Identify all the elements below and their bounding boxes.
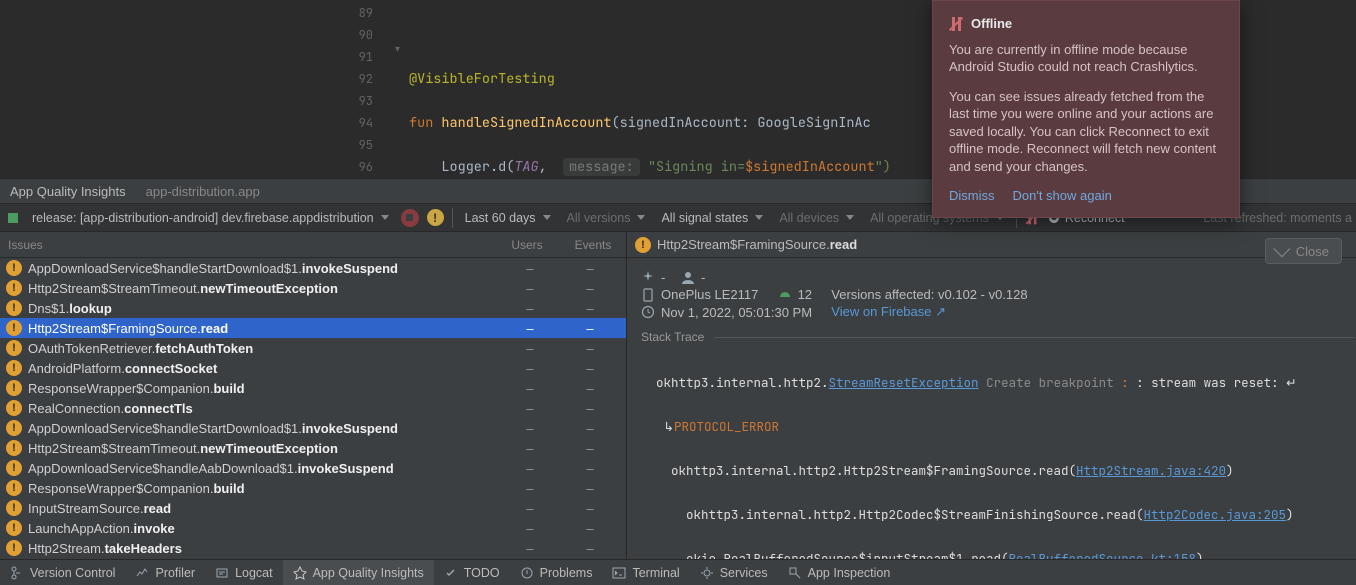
tab-logcat[interactable]: Logcat	[205, 560, 283, 585]
users-column-header[interactable]: Users	[494, 238, 560, 252]
module-icon	[6, 211, 20, 225]
issue-row[interactable]: !Dns$1.lookup––	[0, 298, 626, 318]
offline-popup: Offline You are currently in offline mod…	[932, 0, 1240, 218]
events-column-header[interactable]: Events	[560, 238, 626, 252]
clock-icon	[641, 305, 655, 319]
tab-version-control[interactable]: Version Control	[0, 560, 125, 585]
fold-icon[interactable]: ▾	[395, 44, 400, 55]
warning-icon: !	[6, 360, 22, 376]
warning-icon: !	[6, 440, 22, 456]
time-row: Nov 1, 2022, 05:01:30 PM View on Firebas…	[641, 304, 1354, 320]
tool-window-title: App Quality Insights	[0, 184, 136, 199]
warning-icon: !	[6, 380, 22, 396]
dont-show-again-link[interactable]: Don't show again	[1013, 187, 1112, 205]
issue-row[interactable]: !ResponseWrapper$Companion.build––	[0, 378, 626, 398]
offline-icon	[949, 17, 963, 31]
warning-icon: !	[6, 400, 22, 416]
signal-row: - -	[641, 270, 1354, 285]
warning-icon: !	[6, 300, 22, 316]
devices-dropdown[interactable]: All devices	[775, 211, 858, 225]
tool-window-app: app-distribution.app	[136, 184, 270, 199]
warning-icon: !	[635, 237, 651, 253]
popup-message-1: You are currently in offline mode becaus…	[949, 41, 1223, 76]
issue-row[interactable]: !AppDownloadService$handleStartDownload$…	[0, 418, 626, 438]
issue-row[interactable]: !LaunchAppAction.invoke––	[0, 518, 626, 538]
popup-message-2: You can see issues already fetched from …	[949, 88, 1223, 176]
module-dropdown[interactable]: release: [app-distribution-android] dev.…	[28, 211, 393, 225]
issue-row[interactable]: !Http2Stream.takeHeaders––	[0, 538, 626, 558]
warning-icon: !	[6, 460, 22, 476]
issue-details-pane: ! Http2Stream$FramingSource.read - - One…	[627, 232, 1356, 559]
bottom-toolbar: Version Control Profiler Logcat App Qual…	[0, 559, 1356, 585]
spark-icon	[641, 271, 655, 285]
device-row: OnePlus LE2117 12 Versions affected: v0.…	[641, 287, 1354, 302]
phone-icon	[641, 288, 655, 302]
tab-problems[interactable]: Problems	[510, 560, 603, 585]
issue-row[interactable]: !AppDownloadService$handleStartDownload$…	[0, 258, 626, 278]
tab-profiler[interactable]: Profiler	[125, 560, 205, 585]
issue-row[interactable]: !AndroidPlatform.connectSocket––	[0, 358, 626, 378]
warning-icon: !	[6, 420, 22, 436]
user-icon	[681, 271, 695, 285]
issue-row[interactable]: !InputStreamSource.read––	[0, 498, 626, 518]
stack-trace[interactable]: okhttp3.internal.http2.StreamResetExcept…	[641, 350, 1354, 559]
tab-terminal[interactable]: Terminal	[602, 560, 689, 585]
tab-app-quality-insights[interactable]: App Quality Insights	[283, 560, 434, 585]
stop-button[interactable]	[401, 209, 419, 227]
issue-row[interactable]: !RealConnection.connectTls––	[0, 398, 626, 418]
warning-icon: !	[6, 480, 22, 496]
issue-row[interactable]: !Http2Stream$StreamTimeout.newTimeoutExc…	[0, 438, 626, 458]
popup-title: Offline	[971, 15, 1012, 33]
issue-row[interactable]: !Http2Stream$StreamTimeout.newTimeoutExc…	[0, 278, 626, 298]
dismiss-link[interactable]: Dismiss	[949, 187, 995, 205]
warning-icon[interactable]: !	[427, 209, 444, 226]
warning-icon: !	[6, 340, 22, 356]
issues-column-header[interactable]: Issues	[0, 238, 494, 252]
tab-services[interactable]: Services	[690, 560, 778, 585]
warning-icon: !	[6, 320, 22, 336]
warning-icon: !	[6, 500, 22, 516]
issue-row[interactable]: !ResponseWrapper$Companion.build––	[0, 478, 626, 498]
check-icon	[1273, 240, 1290, 257]
warning-icon: !	[6, 280, 22, 296]
time-range-dropdown[interactable]: Last 60 days	[461, 211, 555, 225]
warning-icon: !	[6, 520, 22, 536]
issue-details-header: ! Http2Stream$FramingSource.read	[627, 232, 1356, 258]
android-icon	[778, 288, 792, 302]
tab-app-inspection[interactable]: App Inspection	[778, 560, 901, 585]
tab-todo[interactable]: TODO	[434, 560, 510, 585]
signal-dropdown[interactable]: All signal states	[657, 211, 767, 225]
issue-row[interactable]: !AppDownloadService$handleAabDownload$1.…	[0, 458, 626, 478]
warning-icon: !	[6, 260, 22, 276]
view-on-firebase-link[interactable]: View on Firebase ↗	[831, 304, 946, 320]
warning-icon: !	[6, 540, 22, 556]
versions-dropdown[interactable]: All versions	[563, 211, 650, 225]
issue-row[interactable]: !OAuthTokenRetriever.fetchAuthToken––	[0, 338, 626, 358]
issue-row[interactable]: !Http2Stream$FramingSource.read––	[0, 318, 626, 338]
issues-pane: Issues Users Events !AppDownloadService$…	[0, 232, 627, 559]
close-button: Close	[1265, 238, 1342, 264]
